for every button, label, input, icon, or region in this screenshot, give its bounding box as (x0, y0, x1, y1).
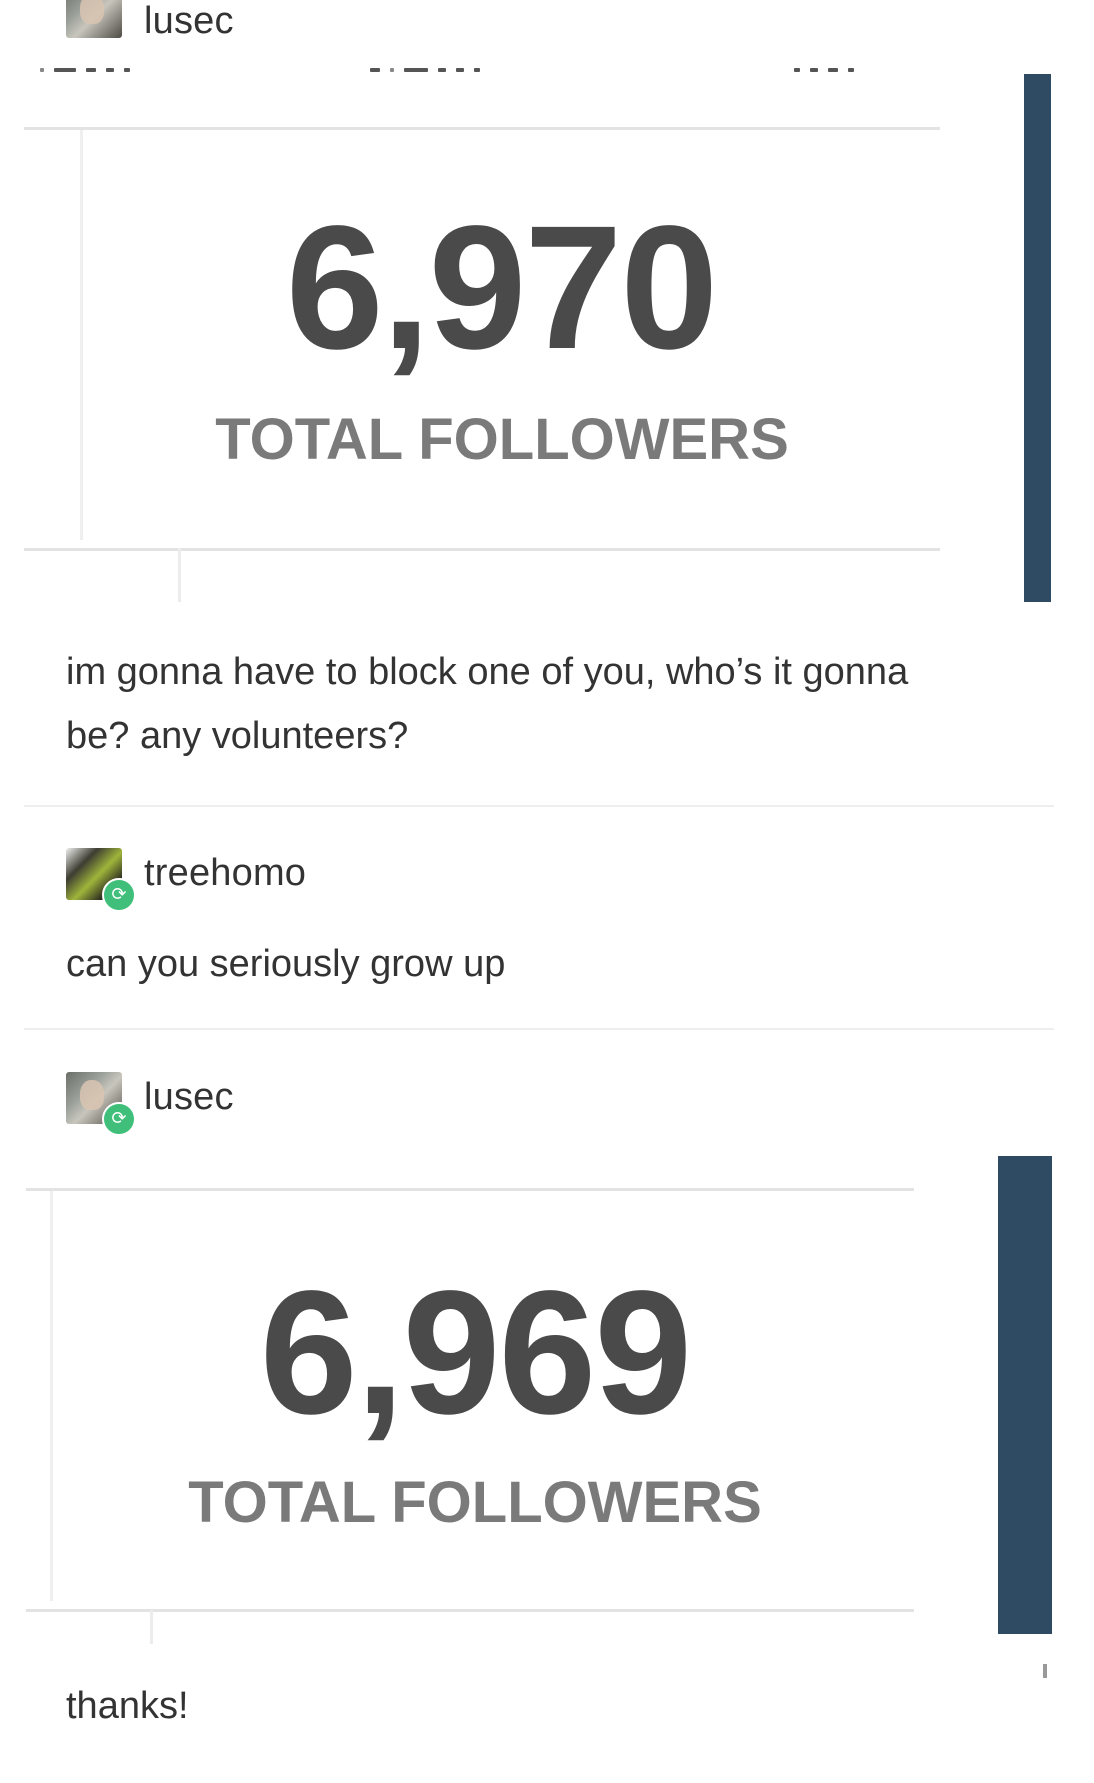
cropped-stats-row (40, 68, 130, 74)
reblog-icon: ⟳ (102, 878, 136, 912)
post-body-text: im gonna have to block one of you, who’s… (66, 651, 909, 757)
post-body-text: can you seriously grow up (66, 943, 506, 985)
card-divider (178, 548, 181, 602)
post-separator (24, 805, 1054, 807)
scroll-indicator (1043, 1664, 1047, 1678)
user-avatar-icon[interactable]: ⟳ (66, 848, 136, 912)
post-body-text: thanks! (66, 1685, 189, 1727)
side-chart-bar (998, 1156, 1052, 1634)
user-avatar-icon[interactable] (66, 0, 122, 38)
followers-stat-card: 6,969 TOTAL FOLLOWERS (26, 1188, 914, 1612)
avatar-face (80, 1080, 104, 1110)
followers-label: TOTAL FOLLOWERS (188, 1470, 762, 1535)
followers-label: TOTAL FOLLOWERS (215, 407, 789, 472)
post-separator (24, 1028, 1054, 1030)
reblog-icon: ⟳ (102, 1102, 136, 1136)
post-username[interactable]: treehomo (144, 852, 306, 895)
post-username[interactable]: lusec (144, 1076, 234, 1119)
followers-stat-card: 6,970 TOTAL FOLLOWERS (24, 127, 940, 551)
cropped-stats-row (370, 68, 480, 74)
side-chart-bar (1024, 74, 1051, 602)
avatar-face (80, 0, 104, 24)
post-username[interactable]: lusec (144, 0, 234, 43)
cropped-stats-row (794, 68, 854, 74)
followers-count: 6,969 (259, 1255, 692, 1451)
followers-count: 6,970 (285, 190, 718, 386)
user-avatar-icon[interactable]: ⟳ (66, 1072, 136, 1136)
card-divider (150, 1610, 153, 1644)
